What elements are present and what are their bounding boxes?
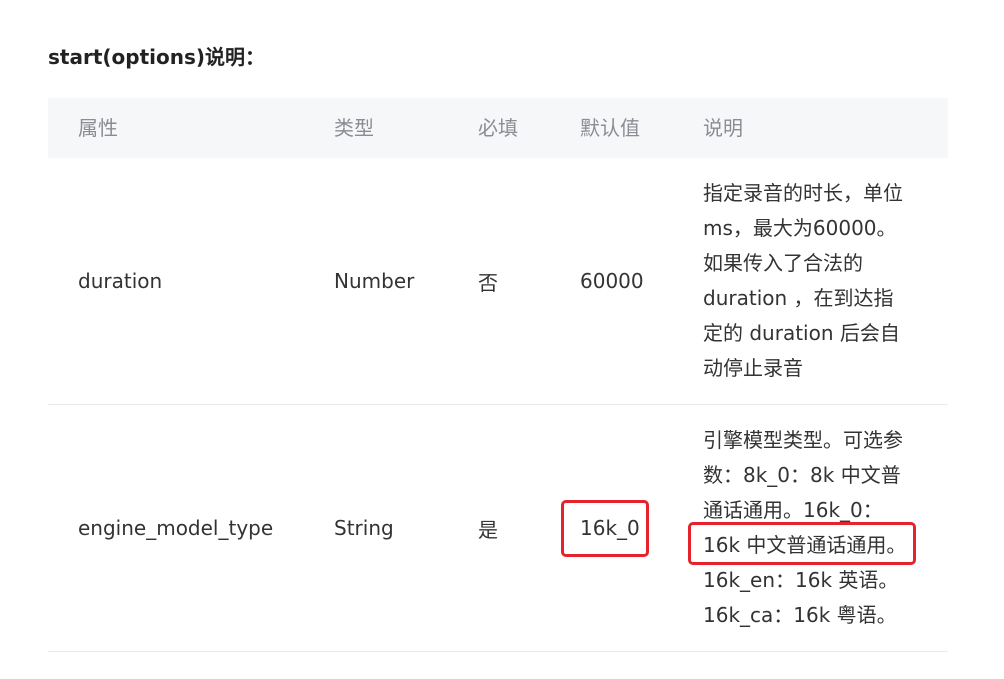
description-line: 数：8k_0：8k 中文普	[703, 463, 901, 487]
cell-description: 引擎模型类型。可选参 数：8k_0：8k 中文普 通话通用。16k_0： 16k…	[703, 405, 935, 651]
description-line: duration ，在到达指	[703, 286, 894, 310]
description-line: 16k_en：16k 英语。	[703, 568, 899, 592]
cell-attribute: duration	[78, 269, 163, 293]
page: start(options)说明： 属性 类型 必填 默认值 说明 durati…	[0, 0, 1004, 679]
header-type: 类型	[334, 116, 374, 140]
header-default: 默认值	[580, 116, 640, 140]
cell-required: 是	[478, 517, 498, 542]
header-required: 必填	[478, 116, 518, 140]
header-attribute: 属性	[78, 116, 118, 140]
table-header: 属性 类型 必填 默认值 说明	[48, 98, 948, 158]
cell-default: 16k_0	[580, 516, 640, 540]
cell-default: 60000	[580, 269, 644, 293]
header-description: 说明	[703, 116, 743, 140]
cell-type: Number	[334, 269, 415, 293]
description-line: 动停止录音	[703, 356, 803, 380]
cell-attribute: engine_model_type	[78, 516, 274, 540]
section-title: start(options)说明：	[48, 45, 266, 69]
options-table: 属性 类型 必填 默认值 说明 duration Number 否 60000 …	[48, 98, 948, 652]
cell-type: String	[334, 516, 394, 540]
description-line: 16k 中文普通话通用。	[703, 533, 907, 557]
table-row: engine_model_type String 是 16k_0 引擎模型类型。…	[48, 405, 948, 652]
description-line: 引擎模型类型。可选参	[703, 428, 903, 452]
cell-description: 指定录音的时长，单位 ms，最大为60000。 如果传入了合法的 duratio…	[703, 158, 935, 404]
description-line: 通话通用。16k_0：	[703, 498, 883, 522]
cell-required: 否	[478, 270, 498, 295]
description-line: 定的 duration 后会自	[703, 321, 900, 345]
description-line: ms，最大为60000。	[703, 216, 897, 240]
description-line: 指定录音的时长，单位	[703, 181, 903, 205]
table-row: duration Number 否 60000 指定录音的时长，单位 ms，最大…	[48, 158, 948, 405]
description-line: 16k_ca：16k 粤语。	[703, 603, 897, 627]
description-line: 如果传入了合法的	[703, 251, 863, 275]
